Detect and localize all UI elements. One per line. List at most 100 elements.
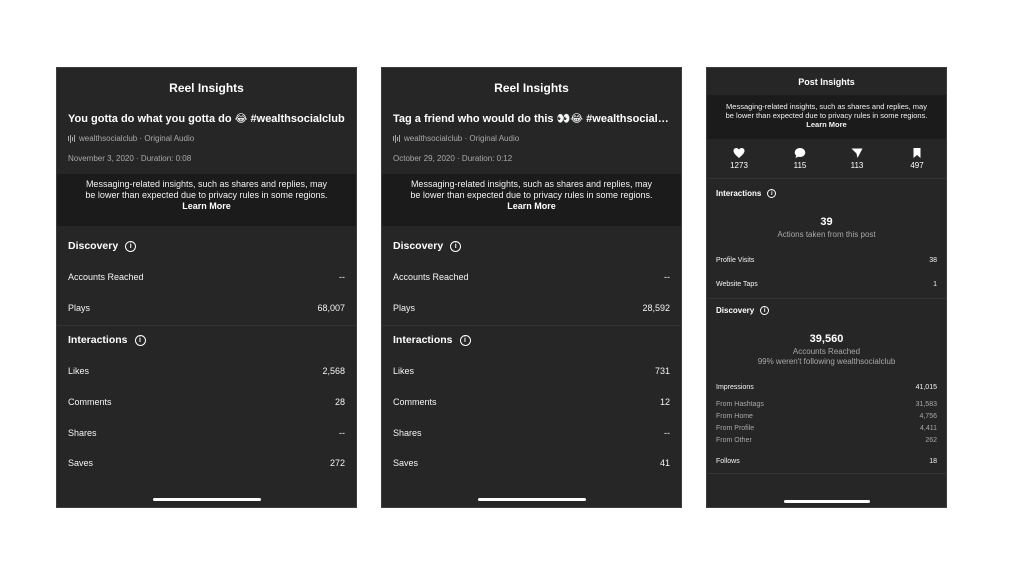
metric-label: Plays [68,303,91,313]
reel-insights-panel-1: Reel Insights You gotta do what you gott… [56,67,357,508]
metric-label: Comments [68,397,112,407]
likes-stat: 1273 [719,147,759,170]
metric-label: Website Taps [716,281,758,288]
panel-title: Post Insights [798,77,855,87]
learn-more-link[interactable]: Learn More [806,120,846,129]
metric-value: 1 [933,281,937,288]
metric-value: 4,756 [919,413,937,420]
metric-value: 28,592 [642,303,670,313]
metric-row: Accounts Reached -- [68,272,345,282]
privacy-notice: Messaging-related insights, such as shar… [707,95,946,139]
panel-title: Reel Insights [494,81,569,95]
metric-label: Profile Visits [716,257,755,264]
metric-value: 272 [329,458,345,468]
metric-value: 38 [929,257,937,264]
metric-row: Shares -- [68,428,345,438]
divider [707,178,946,179]
metric-label: Saves [393,458,419,468]
discovery-heading: Discovery i [393,240,462,252]
metric-label: Likes [393,366,415,376]
info-icon[interactable]: i [450,240,462,252]
metric-value: 4,411 [920,425,937,432]
metric-value: 28 [334,397,345,407]
interactions-heading: Interactions i [68,334,146,346]
info-icon[interactable]: i [767,189,777,198]
divider [707,473,946,474]
learn-more-link[interactable]: Learn More [507,201,556,211]
notice-text: Messaging-related insights, such as shar… [85,179,328,200]
discovery-label: Discovery [68,240,119,252]
metric-label: Likes [68,366,90,376]
panel-title: Reel Insights [169,81,244,95]
metric-value: 41,015 [915,384,937,391]
metric-value: -- [664,272,670,282]
metric-row: Comments 12 [393,397,670,407]
metric-label: From Hashtags [716,401,764,408]
saves-stat: 497 [897,147,937,170]
metric-row: Likes 731 [393,366,670,376]
notice-text: Messaging-related insights, such as shar… [725,102,928,120]
impression-source-row: From Profile 4,411 [716,425,937,432]
accounts-reached-total: 39,560 [809,333,844,345]
metric-value: 18 [929,458,937,465]
notice-text: Messaging-related insights, such as shar… [410,179,653,200]
metric-row: Accounts Reached -- [393,272,670,282]
reel-audio[interactable]: wealthsocialclub · Original Audio [393,134,519,143]
metric-label: Shares [68,428,97,438]
impression-source-row: From Home 4,756 [716,413,937,420]
interactions-label: Interactions [716,189,762,198]
home-indicator[interactable] [783,500,870,503]
share-icon [851,148,863,158]
home-indicator[interactable] [477,498,586,501]
home-indicator[interactable] [152,498,261,501]
shares-count: 113 [850,161,864,170]
post-insights-panel: Post Insights Messaging-related insights… [706,67,947,508]
metric-row: Shares -- [393,428,670,438]
info-icon[interactable]: i [760,306,770,315]
privacy-notice: Messaging-related insights, such as shar… [382,174,681,226]
metric-label: Comments [393,397,437,407]
metric-value: 41 [659,458,670,468]
metric-value: 31,583 [915,401,937,408]
metric-label: Saves [68,458,94,468]
reel-insights-panel-2: Reel Insights Tag a friend who would do … [381,67,682,508]
discovery-label: Discovery [393,240,444,252]
info-icon[interactable]: i [134,334,146,346]
reel-caption: You gotta do what you gotta do 😂 #wealth… [68,113,345,125]
interactions-heading: Interactions i [393,334,471,346]
impression-source-row: From Hashtags 31,583 [716,401,937,408]
comments-count: 115 [793,161,807,170]
saves-count: 497 [910,161,924,170]
metric-row: Profile Visits 38 [716,257,937,264]
metric-value: -- [664,428,670,438]
metric-label: From Other [716,437,752,444]
divider [707,298,946,299]
metric-row: Saves 272 [68,458,345,468]
metric-row: Likes 2,568 [68,366,345,376]
discovery-label: Discovery [716,306,755,315]
interactions-total: 39 [820,216,833,228]
metric-label: Shares [393,428,422,438]
metric-label: From Profile [716,425,755,432]
metric-value: 262 [925,437,937,444]
interactions-label: Interactions [393,334,453,346]
metric-label: From Home [716,413,753,420]
metric-row: Saves 41 [393,458,670,468]
privacy-notice: Messaging-related insights, such as shar… [57,174,356,226]
learn-more-link[interactable]: Learn More [182,201,231,211]
reel-audio[interactable]: wealthsocialclub · Original Audio [68,134,194,143]
interactions-heading: Interactions i [716,189,777,198]
metric-label: Impressions [716,384,754,391]
info-icon[interactable]: i [459,334,471,346]
likes-count: 1273 [730,161,748,170]
heart-icon [733,148,745,158]
bookmark-icon [913,148,921,158]
metric-value: 12 [659,397,670,407]
interactions-caption: Actions taken from this post [777,230,876,239]
audio-wave-icon [393,134,400,143]
info-icon[interactable]: i [125,240,137,252]
metric-row: Plays 28,592 [393,303,670,313]
accounts-reached-label: Accounts Reached [792,347,861,356]
metric-value: -- [339,428,345,438]
discovery-heading: Discovery i [68,240,137,252]
